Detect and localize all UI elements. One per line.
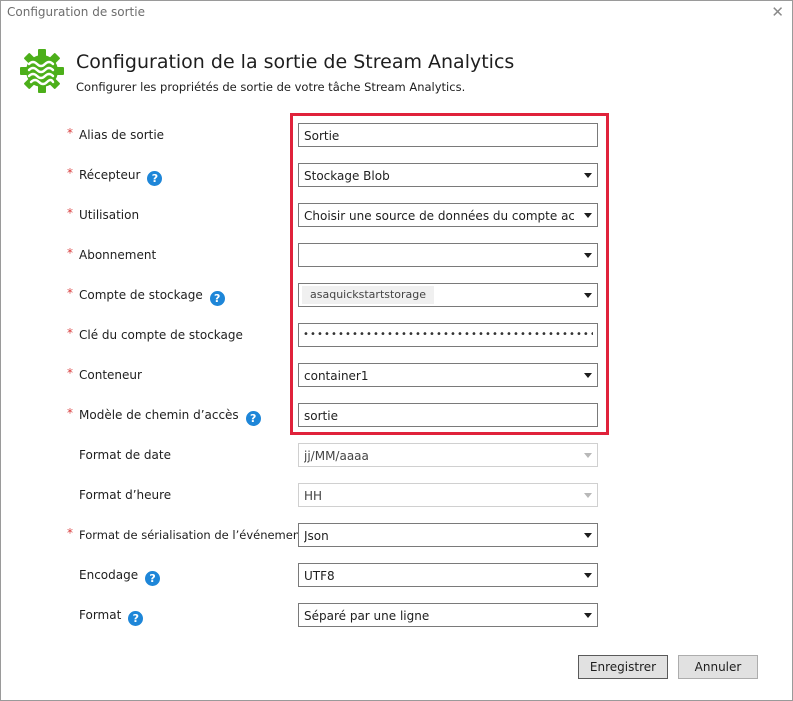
- row-output-alias: * Alias de sortie Sortie: [1, 122, 792, 148]
- window-title: Configuration de sortie: [7, 5, 145, 19]
- required-mark: *: [67, 246, 73, 260]
- chevron-down-icon[interactable]: [579, 284, 597, 306]
- output-alias-input[interactable]: Sortie: [298, 123, 598, 147]
- path-pattern-value: sortie: [304, 409, 338, 423]
- row-receiver: * Récepteur? Stockage Blob: [1, 162, 792, 188]
- chevron-down-icon: [579, 484, 597, 506]
- storage-account-label: Compte de stockage?: [79, 288, 225, 306]
- chevron-down-icon[interactable]: [579, 164, 597, 186]
- help-icon[interactable]: ?: [145, 571, 161, 586]
- time-format-label: Format d’heure: [79, 488, 172, 502]
- chevron-down-icon[interactable]: [579, 564, 597, 586]
- row-storage-key: * Clé du compte de stockage ••••••••••••…: [1, 322, 792, 348]
- storage-account-select[interactable]: asaquickstartstorage: [298, 283, 598, 307]
- row-date-format: Format de date jj/MM/aaaa: [1, 442, 792, 468]
- usage-value: Choisir une source de données du compte …: [304, 209, 574, 223]
- chevron-down-icon: [579, 444, 597, 466]
- chevron-down-icon[interactable]: [579, 604, 597, 626]
- receiver-label-text: Récepteur: [79, 168, 141, 182]
- storage-key-value: ••••••••••••••••••••••••••••••••••••••••…: [303, 329, 593, 340]
- stream-analytics-gear-icon: [20, 49, 64, 93]
- storage-key-input[interactable]: ••••••••••••••••••••••••••••••••••••••••…: [298, 323, 598, 347]
- date-format-select: jj/MM/aaaa: [298, 443, 598, 467]
- receiver-label: Récepteur?: [79, 168, 163, 186]
- row-storage-account: * Compte de stockage? asaquickstartstora…: [1, 282, 792, 308]
- storage-account-label-text: Compte de stockage: [79, 288, 203, 302]
- help-icon[interactable]: ?: [245, 411, 261, 426]
- row-container: * Conteneur container1: [1, 362, 792, 388]
- container-label: Conteneur: [79, 368, 142, 382]
- required-mark: *: [67, 166, 73, 180]
- format-label: Format?: [79, 608, 144, 626]
- required-mark: *: [67, 126, 73, 140]
- encoding-value: UTF8: [304, 569, 335, 583]
- required-mark: *: [67, 526, 73, 540]
- page-subtitle: Configurer les propriétés de sortie de v…: [76, 80, 466, 94]
- serialization-format-label-text: Format de sérialisation de l’événement: [79, 528, 305, 542]
- usage-label: Utilisation: [79, 208, 140, 222]
- chevron-down-icon[interactable]: [579, 244, 597, 266]
- receiver-value: Stockage Blob: [304, 169, 390, 183]
- cancel-button[interactable]: Annuler: [678, 655, 758, 679]
- row-serialization-format: * Format de sérialisation de l’événement…: [1, 522, 792, 548]
- dialog-window: Configuration de sortie ✕ Configuration …: [0, 0, 793, 701]
- help-icon[interactable]: ?: [128, 611, 144, 626]
- row-format: Format? Séparé par une ligne: [1, 602, 792, 628]
- serialization-format-label: Format de sérialisation de l’événement?: [79, 528, 327, 546]
- required-mark: *: [67, 206, 73, 220]
- storage-account-value: asaquickstartstorage: [302, 286, 435, 304]
- date-format-value: jj/MM/aaaa: [304, 449, 369, 463]
- time-format-select: HH: [298, 483, 598, 507]
- encoding-select[interactable]: UTF8: [298, 563, 598, 587]
- row-encoding: Encodage? UTF8: [1, 562, 792, 588]
- row-usage: * Utilisation Choisir une source de donn…: [1, 202, 792, 228]
- help-icon[interactable]: ?: [147, 171, 163, 186]
- storage-key-label: Clé du compte de stockage: [79, 328, 243, 342]
- serialization-format-select[interactable]: Json: [298, 523, 598, 547]
- format-label-text: Format: [79, 608, 122, 622]
- path-pattern-label: Modèle de chemin d’accès?: [79, 408, 261, 426]
- row-time-format: Format d’heure HH: [1, 482, 792, 508]
- close-icon[interactable]: ✕: [771, 4, 784, 20]
- encoding-label: Encodage?: [79, 568, 161, 586]
- chevron-down-icon[interactable]: [579, 524, 597, 546]
- subscription-select[interactable]: [298, 243, 598, 267]
- required-mark: *: [67, 366, 73, 380]
- container-select[interactable]: container1: [298, 363, 598, 387]
- time-format-value: HH: [304, 489, 323, 503]
- row-path-pattern: * Modèle de chemin d’accès? sortie: [1, 402, 792, 428]
- format-value: Séparé par une ligne: [304, 609, 430, 623]
- help-icon[interactable]: ?: [209, 291, 225, 306]
- path-pattern-label-text: Modèle de chemin d’accès: [79, 408, 239, 422]
- path-pattern-input[interactable]: sortie: [298, 403, 598, 427]
- output-alias-label: Alias de sortie: [79, 128, 165, 142]
- save-button[interactable]: Enregistrer: [578, 655, 668, 679]
- chevron-down-icon[interactable]: [579, 364, 597, 386]
- required-mark: *: [67, 286, 73, 300]
- title-bar: Configuration de sortie ✕: [1, 1, 792, 25]
- usage-select[interactable]: Choisir une source de données du compte …: [298, 203, 598, 227]
- required-mark: *: [67, 326, 73, 340]
- output-alias-value: Sortie: [304, 129, 340, 143]
- page-title: Configuration de la sortie de Stream Ana…: [76, 51, 515, 73]
- row-subscription: * Abonnement: [1, 242, 792, 268]
- required-mark: *: [67, 406, 73, 420]
- format-select[interactable]: Séparé par une ligne: [298, 603, 598, 627]
- subscription-label: Abonnement: [79, 248, 157, 262]
- receiver-select[interactable]: Stockage Blob: [298, 163, 598, 187]
- chevron-down-icon[interactable]: [579, 204, 597, 226]
- encoding-label-text: Encodage: [79, 568, 139, 582]
- container-value: container1: [304, 369, 369, 383]
- date-format-label: Format de date: [79, 448, 171, 462]
- serialization-format-value: Json: [304, 529, 329, 543]
